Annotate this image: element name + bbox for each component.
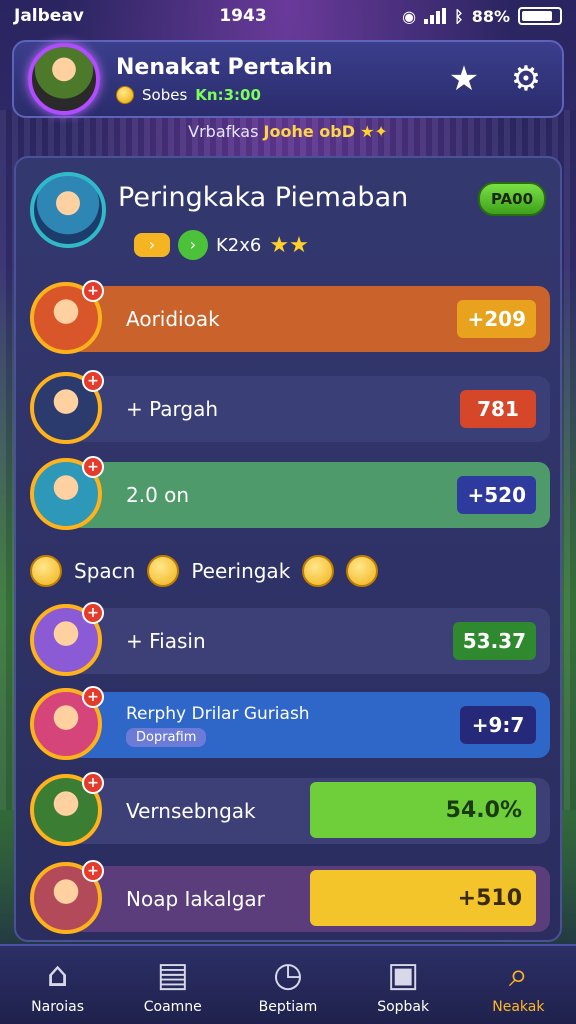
plus-badge-icon: + [82,602,104,624]
player-name: Nenakat Pertakin [116,54,333,80]
section-divider: Spacn Peeringak [30,546,550,596]
panel-header: Peringkaka Piemaban PA00 › › K2x6 ★★ [30,168,550,264]
nav-label: Beptiam [258,999,318,1015]
player-sub: Sobes Kn:3:00 [116,85,424,104]
panel-meta: › › K2x6 ★★ [134,230,309,260]
row-label: + Pargah [126,372,218,446]
row-label-text: + Fiasin [126,629,206,653]
bottom-nav: ⌂ Naroias ▤ Coamne ◷ Beptiam ▣ Sopbak ⌕ Neakak [0,944,576,1024]
row-label-text: + Pargah [126,397,219,421]
avatar[interactable] [28,43,100,115]
score-value: 53.37 [452,622,536,660]
divider-left: Spacn [74,559,136,583]
plus-badge-icon: + [82,772,104,794]
cards-icon: ▤ [156,955,189,995]
score-value: 54.0% [310,782,536,838]
battery-percent: 88% [471,6,510,26]
status-carrier: Jalbeav [14,6,84,26]
chevron-right-icon[interactable]: › [178,230,208,260]
plus-badge-icon: + [82,860,104,882]
clock-emoji-icon [302,555,335,587]
crown-emoji-icon [30,555,62,587]
tab-cards[interactable]: ▤ Coamne [118,955,228,1015]
star-icon: ★✦ [360,122,388,141]
divider-right: Peeringak [191,559,291,583]
row-label-text: 2.0 on [126,483,190,507]
player-sub-value: Kn:3:00 [195,85,261,104]
panel-meta-text: K2x6 [216,234,262,256]
row-label-text: Noap Iakalgar [126,887,265,911]
row-label-text: Aoridioak [126,307,220,331]
status-bar: Jalbeav 1943 ◉ ᛒ 88% [0,0,576,32]
signal-icon [424,8,447,24]
subtitle-highlight: Joohe obD [263,122,355,141]
status-icons: ◉ ᛒ 88% [402,7,562,26]
home-icon: ⌂ [46,955,69,995]
nav-label: Naroias [31,999,84,1015]
nav-label: Sopbak [377,999,430,1015]
leaderboard-panel: Peringkaka Piemaban PA00 › › K2x6 ★★ + Ao… [14,156,562,942]
gear-icon[interactable]: ⚙ [504,57,548,101]
tab-search[interactable]: ⌕ Neakak [463,955,573,1015]
row-label: Vernsebngak [126,774,256,848]
profile-info: Nenakat Pertakin Sobes Kn:3:00 [116,55,424,104]
arrow-right-icon[interactable]: › [134,233,170,257]
clock-icon: ◷ [273,955,303,995]
list-item[interactable]: + Aoridioak +209 [30,280,550,356]
tab-home[interactable]: ⌂ Naroias [3,955,113,1015]
star-icon: ★★ [269,232,309,258]
tab-shop[interactable]: ▣ Sopbak [348,955,458,1015]
score-value: +9:7 [460,706,536,744]
plus-badge-icon: + [82,370,104,392]
list-item[interactable]: +2.0 on +520 [30,456,550,532]
tab-clock[interactable]: ◷ Beptiam [233,955,343,1015]
player-sub-label: Sobes [142,85,188,104]
nav-label: Coamne [143,999,202,1015]
row-label-text: Vernsebngak [126,799,256,823]
shop-icon: ▣ [387,955,420,995]
score-value: 781 [460,390,536,428]
list-item[interactable]: + + Pargah 781 [30,370,550,446]
plus-badge-icon: + [82,280,104,302]
plus-badge-icon: + [82,456,104,478]
profile-header: Nenakat Pertakin Sobes Kn:3:00 ★ ⚙ [12,40,564,118]
row-label-text: Rerphy Drilar Guriash [126,703,310,724]
status-time: 1943 [219,6,267,26]
list-item[interactable]: + Rerphy Drilar Guriash Doprafim +9:7 [30,686,550,762]
row-label: + Fiasin [126,604,206,678]
row-label: Noap Iakalgar [126,862,265,936]
row-label: Aoridioak [126,282,220,356]
avatar[interactable] [30,172,106,248]
list-item[interactable]: + + Fiasin 53.37 [30,602,550,678]
bluetooth-icon: ᛒ [454,6,464,26]
wifi-icon: ◉ [402,6,417,26]
search-icon: ⌕ [508,955,528,995]
list-item[interactable]: + Noap Iakalgar +510 [30,860,550,936]
smile-emoji-icon [346,555,379,587]
coin-icon [116,85,134,104]
subtitle: Vrbafkas Joohe obD ★✦ [0,122,576,146]
star-icon[interactable]: ★ [442,57,486,101]
row-sublabel: Doprafim [126,727,207,747]
status-badge[interactable]: PA00 [478,182,546,216]
score-value: +520 [457,476,536,514]
score-value: +209 [457,300,536,338]
row-label: 2.0 on [126,458,189,532]
nav-label: Neakak [492,999,545,1015]
plus-badge-icon: + [82,686,104,708]
score-value: +510 [310,870,536,926]
list-item[interactable]: + Vernsebngak 54.0% [30,772,550,848]
page-title: Peringkaka Piemaban [118,182,409,213]
subtitle-text: Vrbafkas [188,122,259,141]
smile-emoji-icon [147,555,180,587]
battery-icon [518,7,562,25]
row-label: Rerphy Drilar Guriash Doprafim [126,688,310,762]
